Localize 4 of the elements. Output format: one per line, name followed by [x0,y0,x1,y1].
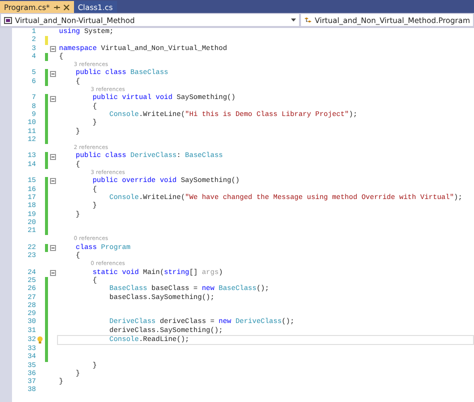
caret-icon [290,18,296,22]
class-icon [304,16,312,24]
project-icon [4,16,12,24]
code-editor[interactable] [0,28,474,402]
